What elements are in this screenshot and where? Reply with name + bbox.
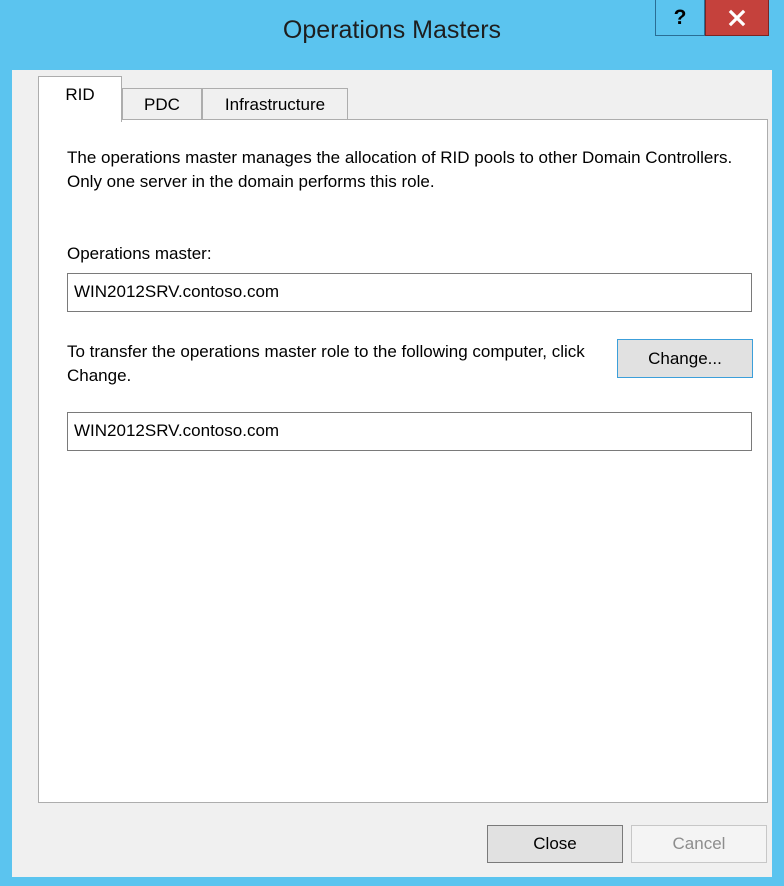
close-button[interactable]: Close	[487, 825, 623, 863]
tab-rid[interactable]: RID	[38, 76, 122, 122]
rid-tab-panel: The operations master manages the alloca…	[38, 119, 768, 803]
dialog-window: Operations Masters ? RID PDC Infrastruct…	[0, 0, 784, 886]
help-button[interactable]: ?	[655, 0, 705, 36]
close-x-icon	[728, 9, 746, 26]
operations-master-field[interactable]: WIN2012SRV.contoso.com	[67, 273, 752, 312]
tab-pdc[interactable]: PDC	[122, 88, 202, 120]
dialog-client-area: RID PDC Infrastructure The operations ma…	[12, 70, 772, 877]
title-bar[interactable]: Operations Masters ?	[0, 0, 784, 70]
rid-description: The operations master manages the alloca…	[67, 148, 733, 191]
operations-master-label: Operations master:	[67, 244, 212, 263]
window-close-button[interactable]	[705, 0, 769, 36]
transfer-instructions: To transfer the operations master role t…	[67, 342, 585, 385]
tab-infrastructure[interactable]: Infrastructure	[202, 88, 348, 120]
cancel-button: Cancel	[631, 825, 767, 863]
change-button[interactable]: Change...	[617, 339, 753, 378]
target-computer-field[interactable]: WIN2012SRV.contoso.com	[67, 412, 752, 451]
